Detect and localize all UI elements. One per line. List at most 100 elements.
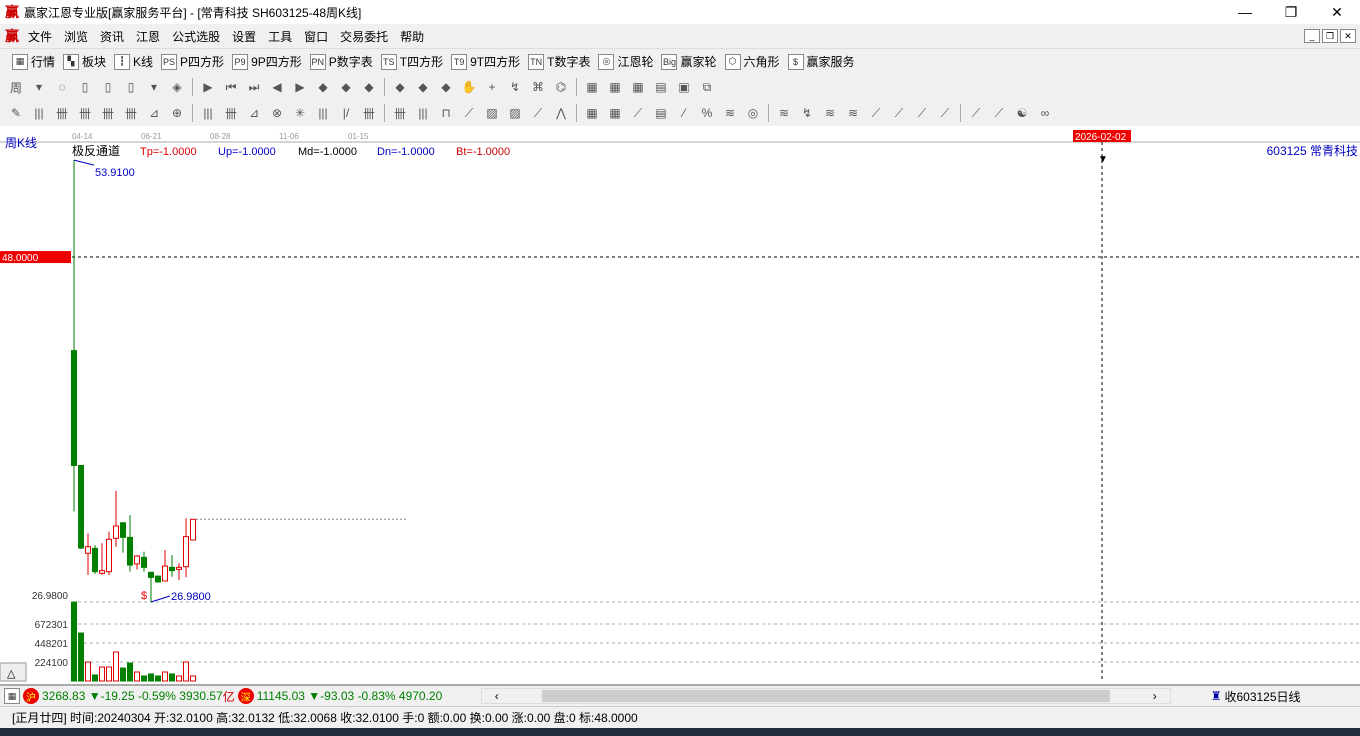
toolbar3-tool-icon-36[interactable]: ⟋: [868, 105, 884, 121]
toolbar2-tool-icon-26[interactable]: ▦: [630, 79, 646, 95]
scroll-thumb[interactable]: [541, 690, 1110, 702]
toolbar3-tool-icon-26[interactable]: ⟋: [630, 105, 646, 121]
kline-chart[interactable]: 周K线 04-14 06-21 08-28 11-06 01-15 极反通道 Tp=-1.00…: [0, 129, 1360, 682]
toolbar3-tool-icon-7[interactable]: ⊕: [169, 105, 185, 121]
toolbar2-tool-icon-3[interactable]: ▯: [77, 79, 93, 95]
toolbar3-tool-icon-35[interactable]: ≋: [845, 105, 861, 121]
toolbar2-tool-icon-11[interactable]: ◀: [269, 79, 285, 95]
toolbar2-tool-icon-6[interactable]: ▾: [146, 79, 162, 95]
toolbar2-tool-icon-1[interactable]: ▾: [31, 79, 47, 95]
toolbar2-tool-icon-4[interactable]: ▯: [100, 79, 116, 95]
toolbar2-tool-icon-25[interactable]: ▦: [607, 79, 623, 95]
toolbar3-tool-icon-27[interactable]: ▤: [653, 105, 669, 121]
menu-item-4[interactable]: 公式选股: [166, 28, 226, 45]
menu-item-2[interactable]: 资讯: [94, 28, 130, 45]
toolbar3-tool-icon-17[interactable]: |||: [415, 105, 431, 121]
toolbar3-tool-icon-19[interactable]: ⟋: [461, 105, 477, 121]
toolbar2-tool-icon-7[interactable]: ◈: [169, 79, 185, 95]
toolbar-button-2[interactable]: ┇ K线: [110, 53, 157, 70]
toolbar-button-3[interactable]: PS P四方形: [157, 53, 228, 70]
toolbar2-tool-icon-17[interactable]: ◆: [415, 79, 431, 95]
menu-item-7[interactable]: 窗口: [298, 28, 334, 45]
toolbar2-tool-icon-2[interactable]: ◌: [54, 79, 70, 95]
toolbar3-tool-icon-29[interactable]: %: [699, 105, 715, 121]
toolbar3-tool-icon-22[interactable]: ⟋: [530, 105, 546, 121]
toolbar3-tool-icon-6[interactable]: ⊿: [146, 105, 162, 121]
toolbar2-tool-icon-22[interactable]: ⌘: [530, 79, 546, 95]
menu-item-6[interactable]: 工具: [262, 28, 298, 45]
mdi-minimize-button[interactable]: _: [1304, 29, 1320, 43]
toolbar-button-5[interactable]: PN P数字表: [306, 53, 377, 70]
toolbar3-tool-icon-39[interactable]: ⟋: [937, 105, 953, 121]
toolbar2-tool-icon-29[interactable]: ⧉: [699, 79, 715, 95]
toolbar3-tool-icon-10[interactable]: ⊿: [246, 105, 262, 121]
toolbar2-tool-icon-8[interactable]: ▶: [200, 79, 216, 95]
mdi-restore-button[interactable]: ❐: [1322, 29, 1338, 43]
toolbar3-tool-icon-9[interactable]: 卌: [223, 105, 239, 121]
toolbar3-tool-icon-40[interactable]: ⟋: [968, 105, 984, 121]
toolbar-button-9[interactable]: ◎ 江恩轮: [594, 53, 657, 70]
toolbar2-tool-icon-24[interactable]: ▦: [584, 79, 600, 95]
toolbar2-tool-icon-10[interactable]: ⏭: [246, 79, 262, 95]
toolbar3-tool-icon-23[interactable]: ⋀: [553, 105, 569, 121]
toolbar3-tool-icon-43[interactable]: ∞: [1037, 105, 1053, 121]
toolbar2-tool-icon-15[interactable]: ◆: [361, 79, 377, 95]
menu-item-3[interactable]: 江恩: [130, 28, 166, 45]
menu-item-5[interactable]: 设置: [226, 28, 262, 45]
toolbar2-tool-icon-12[interactable]: ▶: [292, 79, 308, 95]
menu-item-9[interactable]: 帮助: [394, 28, 430, 45]
toolbar3-tool-icon-14[interactable]: |/: [338, 105, 354, 121]
toolbar2-tool-icon-5[interactable]: ▯: [123, 79, 139, 95]
menu-item-8[interactable]: 交易委托: [334, 28, 394, 45]
toolbar2-tool-icon-28[interactable]: ▣: [676, 79, 692, 95]
toolbar2-tool-icon-0[interactable]: 周: [8, 79, 24, 95]
toolbar3-tool-icon-42[interactable]: ☯: [1014, 105, 1030, 121]
close-button[interactable]: ✕: [1314, 4, 1360, 21]
toolbar2-tool-icon-23[interactable]: ⌬: [553, 79, 569, 95]
toolbar2-tool-icon-27[interactable]: ▤: [653, 79, 669, 95]
toolbar3-tool-icon-0[interactable]: ✎: [8, 105, 24, 121]
toolbar-button-8[interactable]: TN T数字表: [524, 53, 594, 70]
toolbar3-tool-icon-4[interactable]: 卌: [100, 105, 116, 121]
chart-canvas[interactable]: 周K线 04-14 06-21 08-28 11-06 01-15 极反通道 Tp=-1.00…: [0, 129, 1360, 682]
toolbar2-tool-icon-9[interactable]: ⏮: [223, 79, 239, 95]
toolbar2-tool-icon-16[interactable]: ◆: [392, 79, 408, 95]
menu-item-0[interactable]: 文件: [22, 28, 58, 45]
toolbar3-tool-icon-25[interactable]: ▦: [607, 105, 623, 121]
toolbar-button-6[interactable]: TS T四方形: [377, 53, 447, 70]
toolbar-button-12[interactable]: $ 赢家服务: [784, 53, 859, 70]
toolbar3-tool-icon-24[interactable]: ▦: [584, 105, 600, 121]
toolbar-button-10[interactable]: Big 赢家轮: [657, 53, 720, 70]
toolbar3-tool-icon-38[interactable]: ⟋: [914, 105, 930, 121]
minimize-button[interactable]: —: [1222, 4, 1268, 21]
toolbar3-tool-icon-5[interactable]: 卌: [123, 105, 139, 121]
restore-button[interactable]: ❐: [1268, 4, 1314, 21]
mdi-close-button[interactable]: ✕: [1340, 29, 1356, 43]
toolbar3-tool-icon-1[interactable]: |||: [31, 105, 47, 121]
toolbar2-tool-icon-21[interactable]: ↯: [507, 79, 523, 95]
toolbar3-tool-icon-30[interactable]: ≋: [722, 105, 738, 121]
toolbar3-tool-icon-20[interactable]: ▨: [484, 105, 500, 121]
scroll-right-button[interactable]: ›: [1140, 689, 1170, 703]
toolbar-button-11[interactable]: ⬡ 六角形: [721, 53, 784, 70]
toolbar3-tool-icon-16[interactable]: 卌: [392, 105, 408, 121]
toolbar2-tool-icon-14[interactable]: ◆: [338, 79, 354, 95]
menu-item-1[interactable]: 浏览: [58, 28, 94, 45]
toolbar2-tool-icon-20[interactable]: +: [484, 79, 500, 95]
toolbar3-tool-icon-3[interactable]: 卌: [77, 105, 93, 121]
toolbar3-tool-icon-13[interactable]: |||: [315, 105, 331, 121]
toolbar2-tool-icon-13[interactable]: ◆: [315, 79, 331, 95]
toolbar3-tool-icon-21[interactable]: ▨: [507, 105, 523, 121]
toolbar-button-4[interactable]: P9 9P四方形: [228, 53, 306, 70]
toolbar3-tool-icon-34[interactable]: ≋: [822, 105, 838, 121]
toolbar3-tool-icon-37[interactable]: ⟋: [891, 105, 907, 121]
toolbar3-tool-icon-31[interactable]: ◎: [745, 105, 761, 121]
toolbar3-tool-icon-33[interactable]: ↯: [799, 105, 815, 121]
expand-button[interactable]: △: [7, 668, 16, 680]
toolbar3-tool-icon-8[interactable]: |||: [200, 105, 216, 121]
toolbar3-tool-icon-28[interactable]: ⁄: [676, 105, 692, 121]
toolbar-button-1[interactable]: ▚ 板块: [59, 53, 110, 70]
scroll-left-button[interactable]: ‹: [482, 689, 512, 703]
toolbar3-tool-icon-32[interactable]: ≋: [776, 105, 792, 121]
quote-table-icon[interactable]: ▦: [4, 688, 20, 704]
